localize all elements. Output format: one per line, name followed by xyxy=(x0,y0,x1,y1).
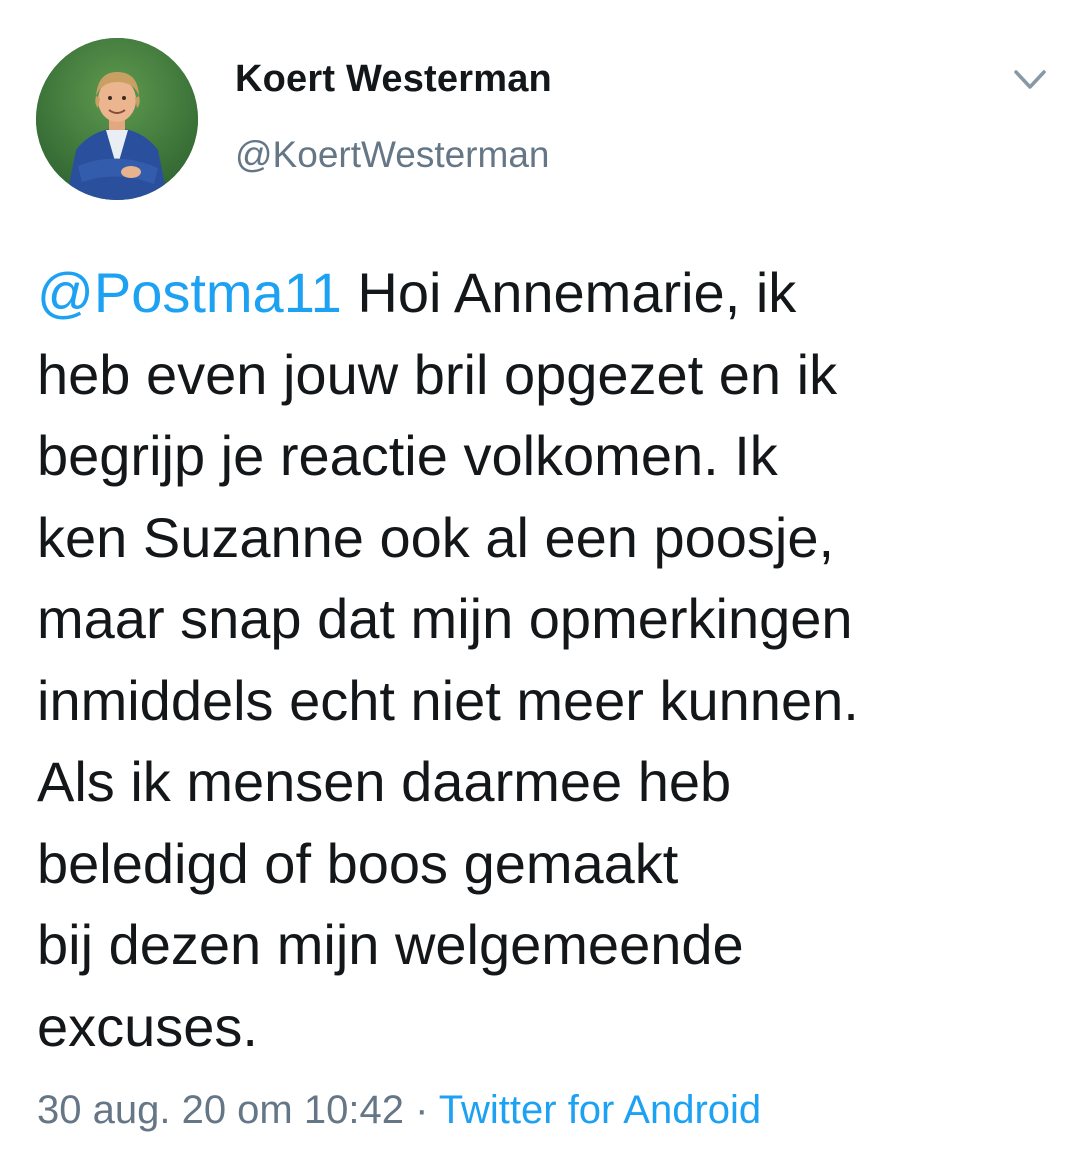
tweet-text-segment: Hoi Annemarie, ik xyxy=(341,261,797,324)
tweet-text: @Postma11 Hoi Annemarie, ik heb even jou… xyxy=(37,252,1047,1067)
tweet-text-line: ken Suzanne ook al een poosje, xyxy=(37,505,835,569)
author-display-name[interactable]: Koert Westerman xyxy=(235,58,552,101)
tweet-text-line: excuses. xyxy=(37,994,258,1058)
avatar[interactable] xyxy=(36,38,198,200)
tweet-text-line: beledigd of boos gemaakt xyxy=(37,831,679,895)
author-handle[interactable]: @KoertWesterman xyxy=(235,134,549,176)
tweet-timestamp[interactable]: 30 aug. 20 om 10:42 xyxy=(37,1088,404,1132)
meta-separator: · xyxy=(403,1088,439,1132)
tweet: Koert Westerman @KoertWesterman @Postma1… xyxy=(0,0,1080,1168)
chevron-down-icon[interactable] xyxy=(1008,62,1052,98)
tweet-text-line: inmiddels echt niet meer kunnen. xyxy=(37,668,859,732)
tweet-text-line: maar snap dat mijn opmerkingen xyxy=(37,587,853,650)
mention-link[interactable]: @Postma11 xyxy=(37,261,342,324)
avatar-image xyxy=(36,38,198,200)
tweet-text-line: Als ik mensen daarmee heb xyxy=(37,750,732,813)
tweet-text-line: heb even jouw bril opgezet en ik xyxy=(37,342,838,406)
tweet-source-link[interactable]: Twitter for Android xyxy=(439,1088,761,1132)
tweet-meta: 30 aug. 20 om 10:42 · Twitter for Androi… xyxy=(37,1088,761,1133)
tweet-text-line: @Postma11 Hoi Annemarie, ik xyxy=(37,252,1047,334)
tweet-text-line: bij dezen mijn welgemeende xyxy=(37,913,744,976)
tweet-text-line: begrijp je reactie volkomen. Ik xyxy=(37,424,778,487)
